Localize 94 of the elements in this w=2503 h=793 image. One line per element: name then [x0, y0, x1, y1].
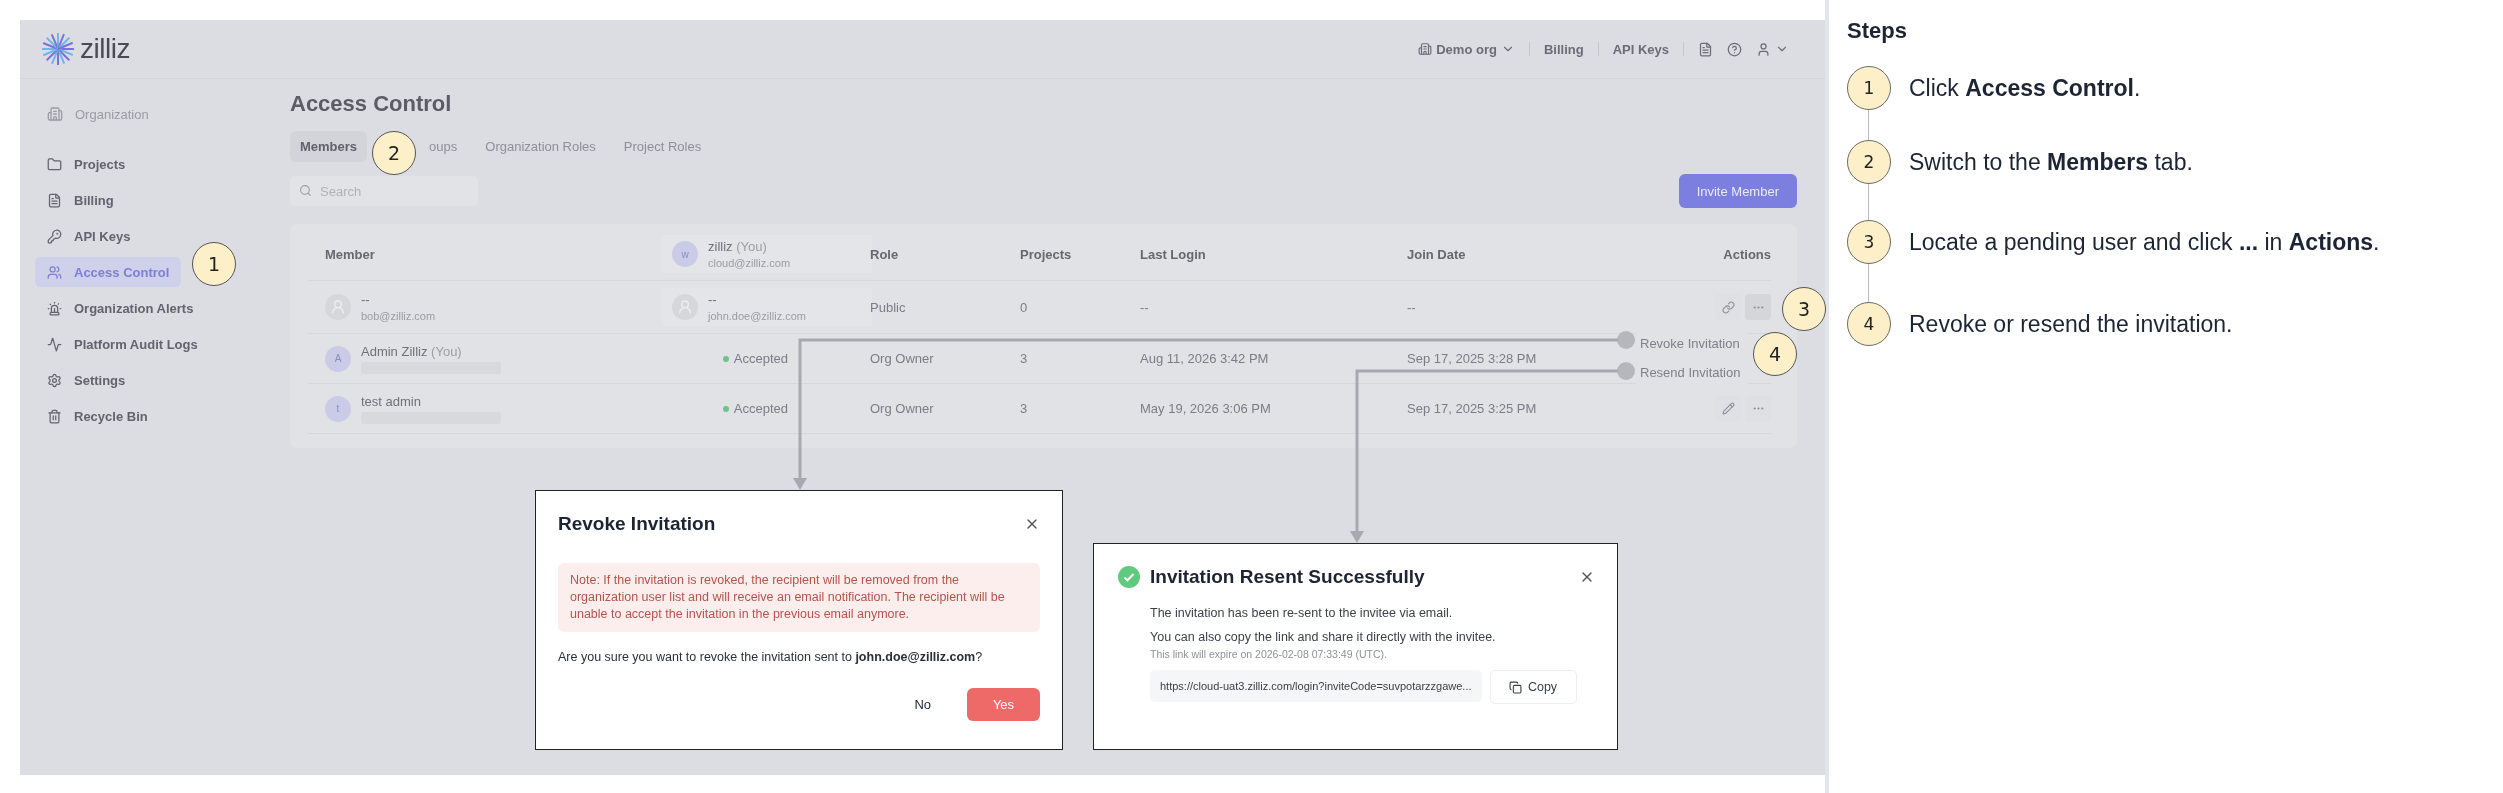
- org-selector[interactable]: Demo org: [1418, 41, 1515, 57]
- logo-text: zilliz: [80, 33, 130, 65]
- success-check-icon: [1118, 566, 1140, 588]
- column-header: Member: [324, 246, 376, 262]
- sidebar-section: Organization: [75, 106, 149, 122]
- column-header: Actions: [1722, 246, 1771, 262]
- user-icon: [1756, 41, 1771, 57]
- member-email: cloud@zilliz.com: [708, 257, 791, 269]
- dialog-title: Invitation Resent Successfully: [1150, 566, 1425, 588]
- table-cell-text: Org Owner: [870, 401, 935, 416]
- yes-button[interactable]: Yes: [967, 688, 1040, 721]
- column-header: Last Login: [1140, 246, 1207, 262]
- status-label: Accepted: [722, 401, 788, 416]
- copy-button[interactable]: Copy: [1489, 670, 1577, 704]
- menu-item[interactable]: Resend Invitation: [1636, 358, 1748, 387]
- table-cell-text: Org Owner: [870, 351, 935, 366]
- page-title: Access Control: [290, 91, 453, 117]
- member-name: --: [708, 292, 718, 307]
- sidebar-item[interactable]: Recycle Bin: [35, 401, 160, 431]
- table-cell-text: --: [1140, 299, 1150, 315]
- table-cell-text: --: [1407, 299, 1417, 315]
- step-number: 1: [1847, 66, 1891, 110]
- table-cell-text: 0: [1020, 299, 1029, 315]
- member-email: bob@zilliz.com: [361, 310, 436, 322]
- nav-link[interactable]: API Keys: [1612, 41, 1669, 57]
- step-number: 2: [1847, 140, 1891, 184]
- member-email: john.doe@zilliz.com: [708, 310, 806, 322]
- invite-member-button[interactable]: Invite Member: [1678, 174, 1797, 208]
- key-icon: [47, 228, 62, 244]
- document-icon: [47, 192, 62, 208]
- dialog-title: Revoke Invitation: [558, 513, 716, 535]
- tab[interactable]: oups: [419, 131, 468, 162]
- sidebar-item[interactable]: API Keys: [35, 221, 143, 251]
- step-text: Revoke or resend the invitation.: [1909, 310, 2233, 338]
- column-header: Join Date: [1407, 246, 1467, 262]
- table-cell-text: Aug 11, 2026 3:42 PM: [1140, 351, 1270, 366]
- step-text: Switch to the Members tab.: [1909, 148, 2193, 176]
- tab[interactable]: Members: [290, 131, 368, 162]
- building-icon: [47, 106, 63, 122]
- sidebar-item[interactable]: Access Control: [35, 257, 182, 287]
- copy-icon: [1508, 680, 1522, 694]
- no-button[interactable]: No: [902, 688, 943, 721]
- member-name: Admin Zilliz (You): [361, 343, 463, 359]
- avatar-icon: A: [325, 345, 351, 372]
- tab[interactable]: Project Roles: [613, 131, 712, 162]
- member-name: zilliz (You): [708, 239, 768, 254]
- dialog-text: The invitation has been re-sent to the invitee via email.: [1150, 606, 1454, 620]
- help-icon[interactable]: [1727, 41, 1742, 57]
- tab[interactable]: Organization Roles: [475, 131, 606, 162]
- column-header: Projects: [1020, 246, 1073, 262]
- sidebar-item[interactable]: Settings: [35, 365, 138, 395]
- step-number: 3: [1847, 220, 1891, 264]
- invite-link-field[interactable]: https://cloud-uat3.zilliz.com/login?inviteCode=suvpotarzzgawe...: [1150, 670, 1482, 702]
- step-callout: 1: [192, 242, 236, 286]
- settings-icon: [47, 372, 62, 388]
- steps-title: Steps: [1847, 18, 1908, 44]
- folder-icon: [47, 156, 62, 172]
- step-number: 4: [1847, 302, 1891, 346]
- document-icon[interactable]: [1698, 41, 1713, 57]
- step-callout: 2: [372, 131, 416, 175]
- user-menu[interactable]: [1756, 41, 1789, 57]
- table-cell-text: 3: [1020, 351, 1029, 366]
- sidebar-item[interactable]: Platform Audit Logs: [35, 329, 210, 359]
- table-cell-text: 3: [1020, 401, 1029, 416]
- status-label: Accepted: [722, 351, 788, 366]
- trash-icon: [47, 408, 62, 424]
- member-name: --: [361, 292, 371, 307]
- table-cell-text: May 19, 2026 3:06 PM: [1140, 401, 1272, 416]
- sidebar-item[interactable]: Projects: [35, 149, 138, 179]
- warning-note: Note: If the invitation is revoked, the recipient will be removed from the organization user list and will receive an email notification. The recipient will be unable to accept the invitation in the previous email anymore.: [558, 563, 1040, 632]
- step-text: Locate a pending user and click ... in Actions.: [1909, 228, 2380, 256]
- users-icon: [47, 264, 62, 280]
- link-icon: [1721, 300, 1735, 314]
- avatar-icon: w: [672, 241, 698, 267]
- table-cell-text: Sep 17, 2025 3:28 PM: [1407, 351, 1538, 366]
- table-cell-text: Sep 17, 2025 3:25 PM: [1407, 401, 1538, 416]
- member-name: test admin: [361, 393, 422, 409]
- sidebar-item[interactable]: Billing: [35, 185, 126, 215]
- building-icon: [1418, 42, 1433, 56]
- table-cell-text: Public: [870, 299, 907, 315]
- menu-item[interactable]: Revoke Invitation: [1636, 329, 1748, 358]
- sidebar-item[interactable]: Organization Alerts: [35, 293, 206, 323]
- step-text: Click Access Control.: [1909, 74, 2141, 102]
- dialog-text: You can also copy the link and share it directly with the invitee.: [1150, 630, 1497, 644]
- expiry-note: This link will expire on 2026-02-08 07:33:49 (UTC).: [1150, 648, 1388, 660]
- siren-icon: [47, 300, 62, 316]
- avatar-icon: t: [325, 395, 351, 422]
- logo-icon: [40, 31, 76, 67]
- confirm-question: Are you sure you want to revoke the invitation sent to john.doe@zilliz.com?: [558, 650, 984, 664]
- column-header: Role: [870, 246, 900, 262]
- search-icon: [299, 184, 312, 197]
- pencil-icon: [1721, 402, 1735, 415]
- nav-link[interactable]: Billing: [1543, 41, 1584, 57]
- pulse-icon: [47, 336, 62, 352]
